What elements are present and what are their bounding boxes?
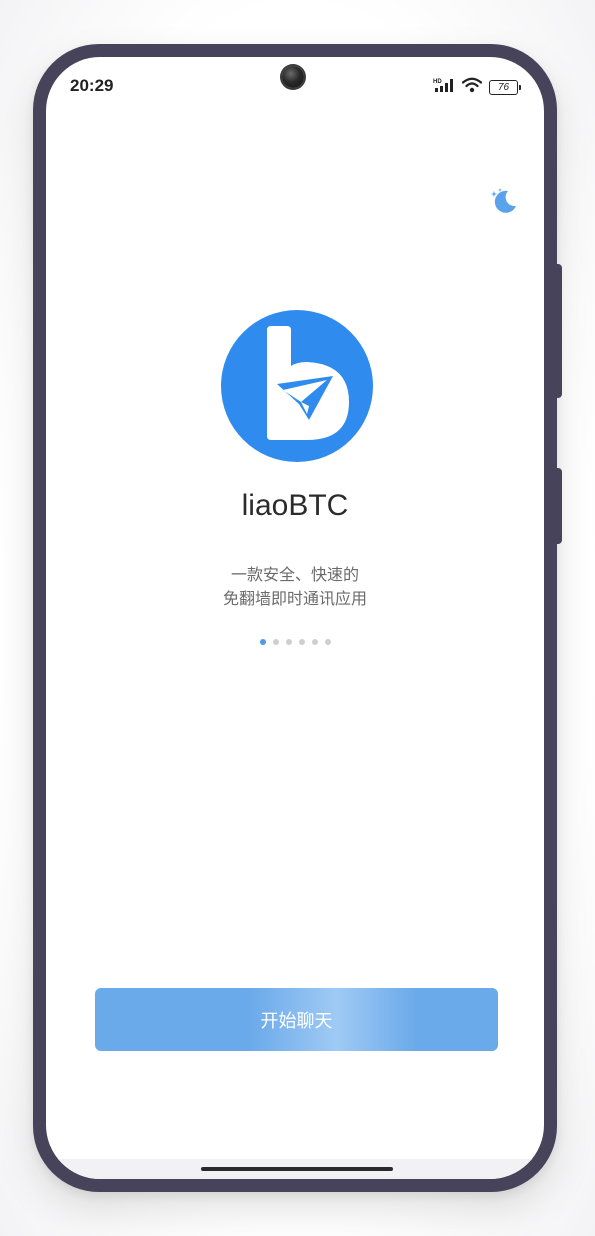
front-camera [282,66,304,88]
page-dot[interactable] [298,639,305,645]
home-indicator[interactable] [201,1167,393,1171]
start-chat-label: 开始聊天 [260,1010,333,1032]
liaobtc-logo-icon [221,310,373,462]
start-chat-button[interactable]: 开始聊天 [95,988,498,1051]
page-dot[interactable] [324,639,331,645]
network-badge: HD [433,79,442,85]
tagline-line-1: 一款安全、快速的 [230,565,359,584]
page-dot[interactable] [311,639,318,645]
battery-level: 76 [497,81,510,93]
phone-frame: 20:29 HD 76 liaoBTC 一款安全、快速的 免翻墙即时通讯应用 开… [33,44,562,1192]
app-tagline: 一款安全、快速的 免翻墙即时通讯应用 [46,563,544,611]
page-background: 20:29 HD 76 liaoBTC 一款安全、快速的 免翻墙即时通讯应用 开… [0,0,595,1236]
power-button [556,468,562,544]
status-time: 20:29 [70,76,114,95]
page-dot[interactable] [285,639,292,645]
app-name: liaoBTC [241,489,349,522]
signal-icon: HD [433,77,455,97]
moon-icon[interactable] [489,187,519,217]
page-dot[interactable] [272,639,279,645]
wifi-icon [461,77,483,97]
page-indicator [46,639,544,645]
navigation-area [46,1159,544,1179]
page-dot[interactable] [259,639,266,645]
tagline-line-2: 免翻墙即时通讯应用 [222,589,367,608]
volume-button [556,264,562,398]
phone-screen: 20:29 HD 76 liaoBTC 一款安全、快速的 免翻墙即时通讯应用 开… [46,57,544,1179]
status-icons: HD 76 [433,77,521,97]
battery-icon: 76 [489,79,521,95]
